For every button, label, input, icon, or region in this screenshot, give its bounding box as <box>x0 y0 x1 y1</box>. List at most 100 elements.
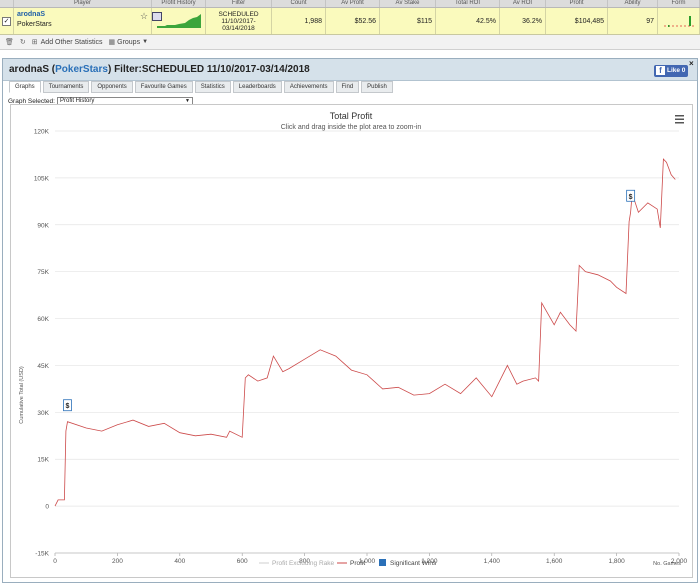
x-tick-label: 600 <box>237 558 248 565</box>
facebook-like-button[interactable]: f Like 0 <box>654 65 688 77</box>
form-cell <box>658 8 700 34</box>
column-header-profit[interactable]: Profit <box>546 0 608 7</box>
chart-container[interactable]: Total Profit Click and drag inside the p… <box>10 104 693 578</box>
y-tick-label: -15K <box>35 551 49 558</box>
y-tick-label: 75K <box>37 269 49 276</box>
legend-label: Profit <box>350 560 365 567</box>
y-tick-label: 30K <box>37 410 49 417</box>
chevron-down-icon[interactable]: ▼ <box>142 39 148 45</box>
column-header-filter[interactable]: Filter <box>206 0 272 7</box>
significant-win-flags: $$ <box>63 189 636 412</box>
panel-tabs: Graphs Tournaments Opponents Favourite G… <box>9 81 395 93</box>
av-profit-cell: $52.56 <box>326 8 380 34</box>
facebook-icon: f <box>656 66 665 75</box>
add-stats-icon[interactable]: ⊞ <box>32 38 38 46</box>
panel-filter-text: Filter:SCHEDULED 11/10/2017-03/14/2018 <box>114 64 310 75</box>
like-label: Like 0 <box>667 67 686 74</box>
av-roi-cell: 36.2% <box>500 8 546 34</box>
filter-line-3: 03/14/2018 <box>222 24 255 32</box>
significant-win-label: $ <box>629 194 633 201</box>
y-tick-label: 105K <box>34 175 50 182</box>
y-tick-label: 45K <box>37 363 49 370</box>
chart-grid <box>55 130 679 554</box>
tab-statistics[interactable]: Statistics <box>194 81 231 93</box>
panel-site-link[interactable]: PokerStars <box>55 64 108 75</box>
tab-publish[interactable]: Publish <box>361 81 393 93</box>
form-indicator <box>663 16 694 27</box>
stats-toolbar: 🗑 ↻ ⊞ Add Other Statistics ▦ Groups ▼ <box>0 35 700 50</box>
player-cell: arodnaS PokerStars ☆ <box>14 8 162 34</box>
x-tick-label: 200 <box>112 558 123 565</box>
column-header-form[interactable]: Form <box>658 0 700 7</box>
panel-title-bar: arodnaS (PokerStars) Filter:SCHEDULED 11… <box>3 59 697 81</box>
groups-dropdown[interactable]: Groups <box>117 39 140 46</box>
chart-series <box>54 158 676 507</box>
column-header-profit-history[interactable]: Profit History <box>152 0 206 7</box>
column-header-count[interactable]: Count <box>272 0 326 7</box>
tab-achievements[interactable]: Achievements <box>283 81 334 93</box>
column-header-av-stake[interactable]: Av Stake <box>380 0 436 7</box>
column-header-player[interactable]: Player <box>14 0 152 7</box>
y-tick-label: 90K <box>37 222 49 229</box>
checkbox-column-header <box>0 0 14 7</box>
y-tick-label: 60K <box>37 316 49 323</box>
filter-cell: SCHEDULED 11/10/2017- 03/14/2018 <box>206 8 272 34</box>
trash-icon[interactable]: 🗑 <box>5 38 14 46</box>
legend-item[interactable]: Profit Excluding Rake <box>259 560 335 567</box>
column-header-total-roi[interactable]: Total ROI <box>436 0 500 7</box>
column-header-av-profit[interactable]: Av Profit <box>326 0 380 7</box>
add-other-statistics-link[interactable]: Add Other Statistics <box>41 39 103 46</box>
tab-opponents[interactable]: Opponents <box>91 81 133 93</box>
player-site: PokerStars <box>17 21 52 28</box>
y-axis-label: Cumulative Total (USD) <box>19 366 25 424</box>
stats-table-header: Player Profit History Filter Count Av Pr… <box>0 0 700 8</box>
refresh-icon[interactable]: ↻ <box>20 38 26 46</box>
chart-subtitle: Click and drag inside the plot area to z… <box>281 124 422 131</box>
legend-item[interactable]: Profit <box>337 560 365 567</box>
player-detail-panel: arodnaS (PokerStars) Filter:SCHEDULED 11… <box>2 58 698 583</box>
x-axis-ticks: 0 200 400 600 800 1,000 1,200 1,400 1,600 1,800 2,… <box>53 552 688 565</box>
legend-label: Significant Wins <box>390 560 437 567</box>
player-row[interactable]: ✓ arodnaS PokerStars ☆ SCHEDULED 11/10/2… <box>0 8 700 35</box>
y-axis-ticks: -15K 0 15K 30K 45K 60K 75K 90K 105K 120K <box>34 129 50 558</box>
sparkline-chart <box>156 14 201 28</box>
x-tick-label: 400 <box>174 558 185 565</box>
profit-cell: $104,485 <box>546 8 608 34</box>
profit-series-line <box>54 158 676 507</box>
total-roi-cell: 42.5% <box>436 8 500 34</box>
y-tick-label: 0 <box>45 504 49 511</box>
tab-graphs[interactable]: Graphs <box>9 81 41 93</box>
chart-legend: Profit Excluding Rake Profit Significant W… <box>259 559 437 567</box>
y-tick-label: 120K <box>34 129 50 136</box>
x-tick-label: 1,800 <box>608 558 625 565</box>
panel-player-name: arodnaS <box>9 64 50 75</box>
av-stake-cell: $115 <box>380 8 436 34</box>
ability-cell: 97 <box>608 8 658 34</box>
x-tick-label: 2,000 <box>671 558 688 565</box>
column-header-av-roi[interactable]: Av ROI <box>500 0 546 7</box>
tab-find[interactable]: Find <box>335 81 360 93</box>
tab-favourite-games[interactable]: Favourite Games <box>134 81 193 93</box>
filter-line-2: 11/10/2017- <box>221 17 256 25</box>
legend-swatch <box>379 559 386 566</box>
row-checkbox-cell: ✓ <box>0 8 14 34</box>
player-name-link[interactable]: arodnaS <box>17 11 45 18</box>
groups-icon[interactable]: ▦ <box>109 38 116 46</box>
tab-leaderboards[interactable]: Leaderboards <box>232 81 282 93</box>
column-header-ability[interactable]: Ability <box>608 0 658 7</box>
x-tick-label: 1,400 <box>484 558 501 565</box>
legend-label: Profit Excluding Rake <box>272 560 335 567</box>
tab-tournaments[interactable]: Tournaments <box>42 81 90 93</box>
export-icon[interactable] <box>152 12 162 21</box>
panel-title: arodnaS (PokerStars) Filter:SCHEDULED 11… <box>9 64 310 75</box>
chart-menu-icon[interactable] <box>675 115 684 124</box>
row-checkbox[interactable]: ✓ <box>2 16 11 26</box>
legend-item[interactable]: Significant Wins <box>379 559 437 567</box>
significant-win-label: $ <box>66 403 70 410</box>
close-paren: ) <box>107 64 112 75</box>
profit-chart[interactable]: Total Profit Click and drag inside the p… <box>11 105 692 577</box>
x-tick-label: 1,600 <box>546 558 563 565</box>
count-cell: 1,988 <box>272 8 326 34</box>
close-icon[interactable]: × <box>689 59 694 68</box>
favourite-star-icon[interactable]: ☆ <box>140 11 148 22</box>
